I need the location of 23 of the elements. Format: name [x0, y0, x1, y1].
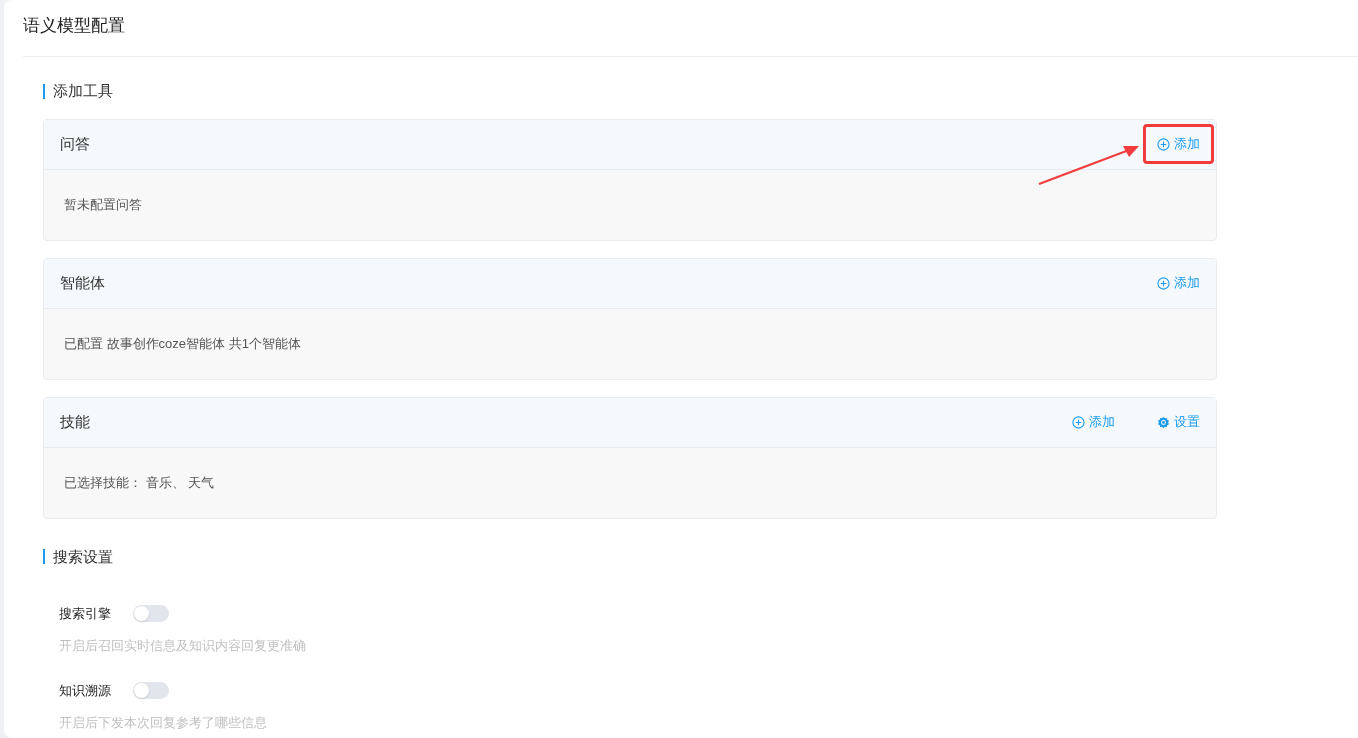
card-title: 智能体 [60, 272, 105, 293]
setting-label: 搜索引擎 [59, 605, 111, 623]
gear-icon [1157, 415, 1170, 429]
add-button[interactable]: 添加 [1143, 263, 1214, 303]
plus-circle-icon [1157, 276, 1170, 290]
section-title: 搜索设置 [53, 546, 113, 567]
toggle-switch[interactable] [133, 605, 169, 623]
toggle-switch[interactable] [133, 682, 169, 700]
setting-hint: 开启后下发本次回复参考了哪些信息 [59, 713, 268, 732]
card-body-text: 已配置 故事创作coze智能体 共1个智能体 [64, 334, 301, 353]
card-body-text: 已选择技能： 音乐、 天气 [64, 473, 215, 492]
add-button[interactable]: 添加 [1143, 124, 1214, 164]
plus-circle-icon [1072, 415, 1085, 429]
setting-hint: 开启后召回实时信息及知识内容回复更准确 [59, 636, 307, 655]
card-title: 技能 [60, 411, 90, 432]
page-title: 语义模型配置 [23, 15, 125, 38]
setting-label: 知识溯源 [59, 682, 111, 700]
section-title: 添加工具 [53, 81, 113, 101]
settings-button[interactable]: 设置 [1143, 402, 1214, 442]
plus-circle-icon [1157, 137, 1170, 151]
add-button[interactable]: 添加 [1058, 402, 1129, 442]
card-body-text: 暂未配置问答 [64, 195, 142, 214]
card-title: 问答 [60, 133, 90, 154]
